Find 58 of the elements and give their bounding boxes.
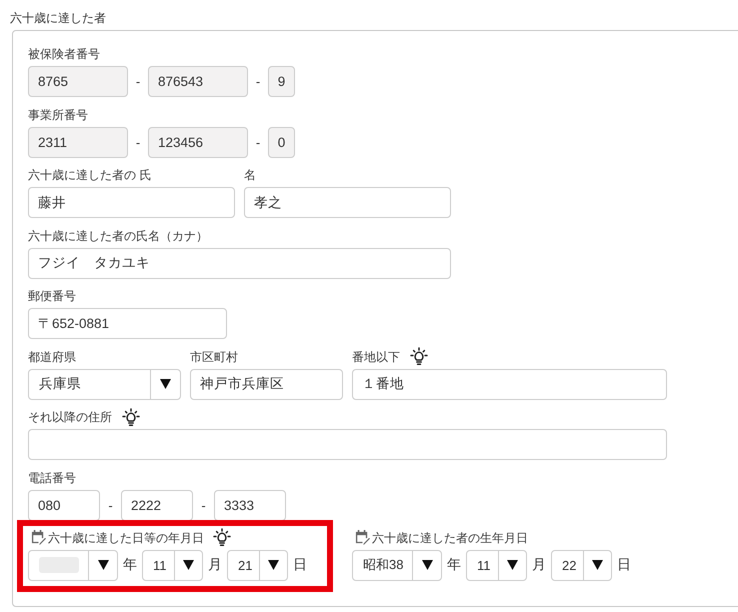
hyphen-separator: - — [134, 74, 142, 89]
hyphen-separator: - — [134, 134, 142, 150]
text-field[interactable] — [28, 429, 667, 460]
prefecture-select[interactable]: 兵庫県 — [28, 368, 181, 400]
year-select[interactable]: 昭和38 — [352, 550, 442, 580]
text-field[interactable]: 9 — [268, 66, 295, 97]
unit-label: 月 — [208, 556, 222, 574]
field-label: 市区町村 — [190, 348, 238, 366]
field-label: それ以降の住所 — [28, 409, 112, 426]
field-label: 名 — [244, 167, 256, 184]
month-select[interactable]: 11 — [466, 550, 527, 580]
caret-icon — [422, 560, 432, 570]
unit-label: 日 — [617, 556, 631, 574]
caret-icon — [507, 560, 518, 570]
caret-icon — [160, 379, 171, 389]
field-label: 六十歳に達した者の 氏 — [28, 167, 152, 184]
unit-label: 日 — [293, 556, 307, 574]
text-field[interactable]: 876543 — [148, 66, 248, 97]
field-label: 六十歳に達した者の氏名（カナ） — [28, 228, 208, 244]
month-select[interactable]: 11 — [142, 550, 203, 580]
unit-label: 年 — [123, 556, 137, 574]
text-field[interactable]: 3333 — [214, 490, 286, 520]
field-label: 都道府県 — [28, 348, 76, 366]
field-label: 電話番号 — [28, 470, 76, 486]
hyphen-separator: - — [254, 74, 262, 89]
text-field[interactable]: 080 — [28, 490, 100, 520]
text-field[interactable]: 〒652-0881 — [28, 308, 227, 339]
unit-label: 月 — [532, 556, 546, 574]
text-field[interactable]: 8765 — [28, 66, 128, 97]
text-field[interactable]: 123456 — [148, 126, 248, 158]
calendar-pencil-icon — [31, 530, 46, 545]
day-select[interactable]: 21 — [227, 550, 288, 580]
hyphen-separator: - — [254, 134, 262, 150]
text-field[interactable]: フジイ タカユキ — [28, 248, 451, 278]
field-label: 事業所番号 — [28, 106, 88, 124]
unit-label: 年 — [447, 556, 461, 574]
caret-icon — [268, 560, 279, 570]
text-field[interactable]: 0 — [268, 126, 295, 158]
year-select[interactable] — [28, 550, 118, 580]
day-select[interactable]: 22 — [551, 550, 612, 580]
text-field[interactable]: 2311 — [28, 126, 128, 158]
text-field[interactable]: 孝之 — [244, 187, 451, 218]
calendar-pencil-icon — [355, 530, 370, 545]
text-field[interactable]: １番地 — [352, 368, 667, 400]
text-field[interactable]: 藤井 — [28, 187, 235, 218]
text-field[interactable]: 2222 — [121, 490, 193, 520]
section-title: 六十歳に達した者 — [10, 10, 106, 27]
caret-icon — [183, 560, 194, 570]
field-label: 六十歳に達した者の生年月日 — [372, 530, 528, 546]
hyphen-separator: - — [107, 498, 114, 512]
caret-icon — [98, 560, 108, 570]
field-label: 郵便番号 — [28, 288, 76, 305]
field-label: 被保険者番号 — [28, 46, 100, 63]
field-label: 六十歳に達した日等の年月日 — [48, 530, 204, 546]
field-label: 番地以下 — [352, 348, 400, 366]
text-field[interactable]: 神戸市兵庫区 — [190, 368, 343, 400]
hyphen-separator: - — [200, 498, 207, 512]
caret-icon — [592, 560, 603, 570]
